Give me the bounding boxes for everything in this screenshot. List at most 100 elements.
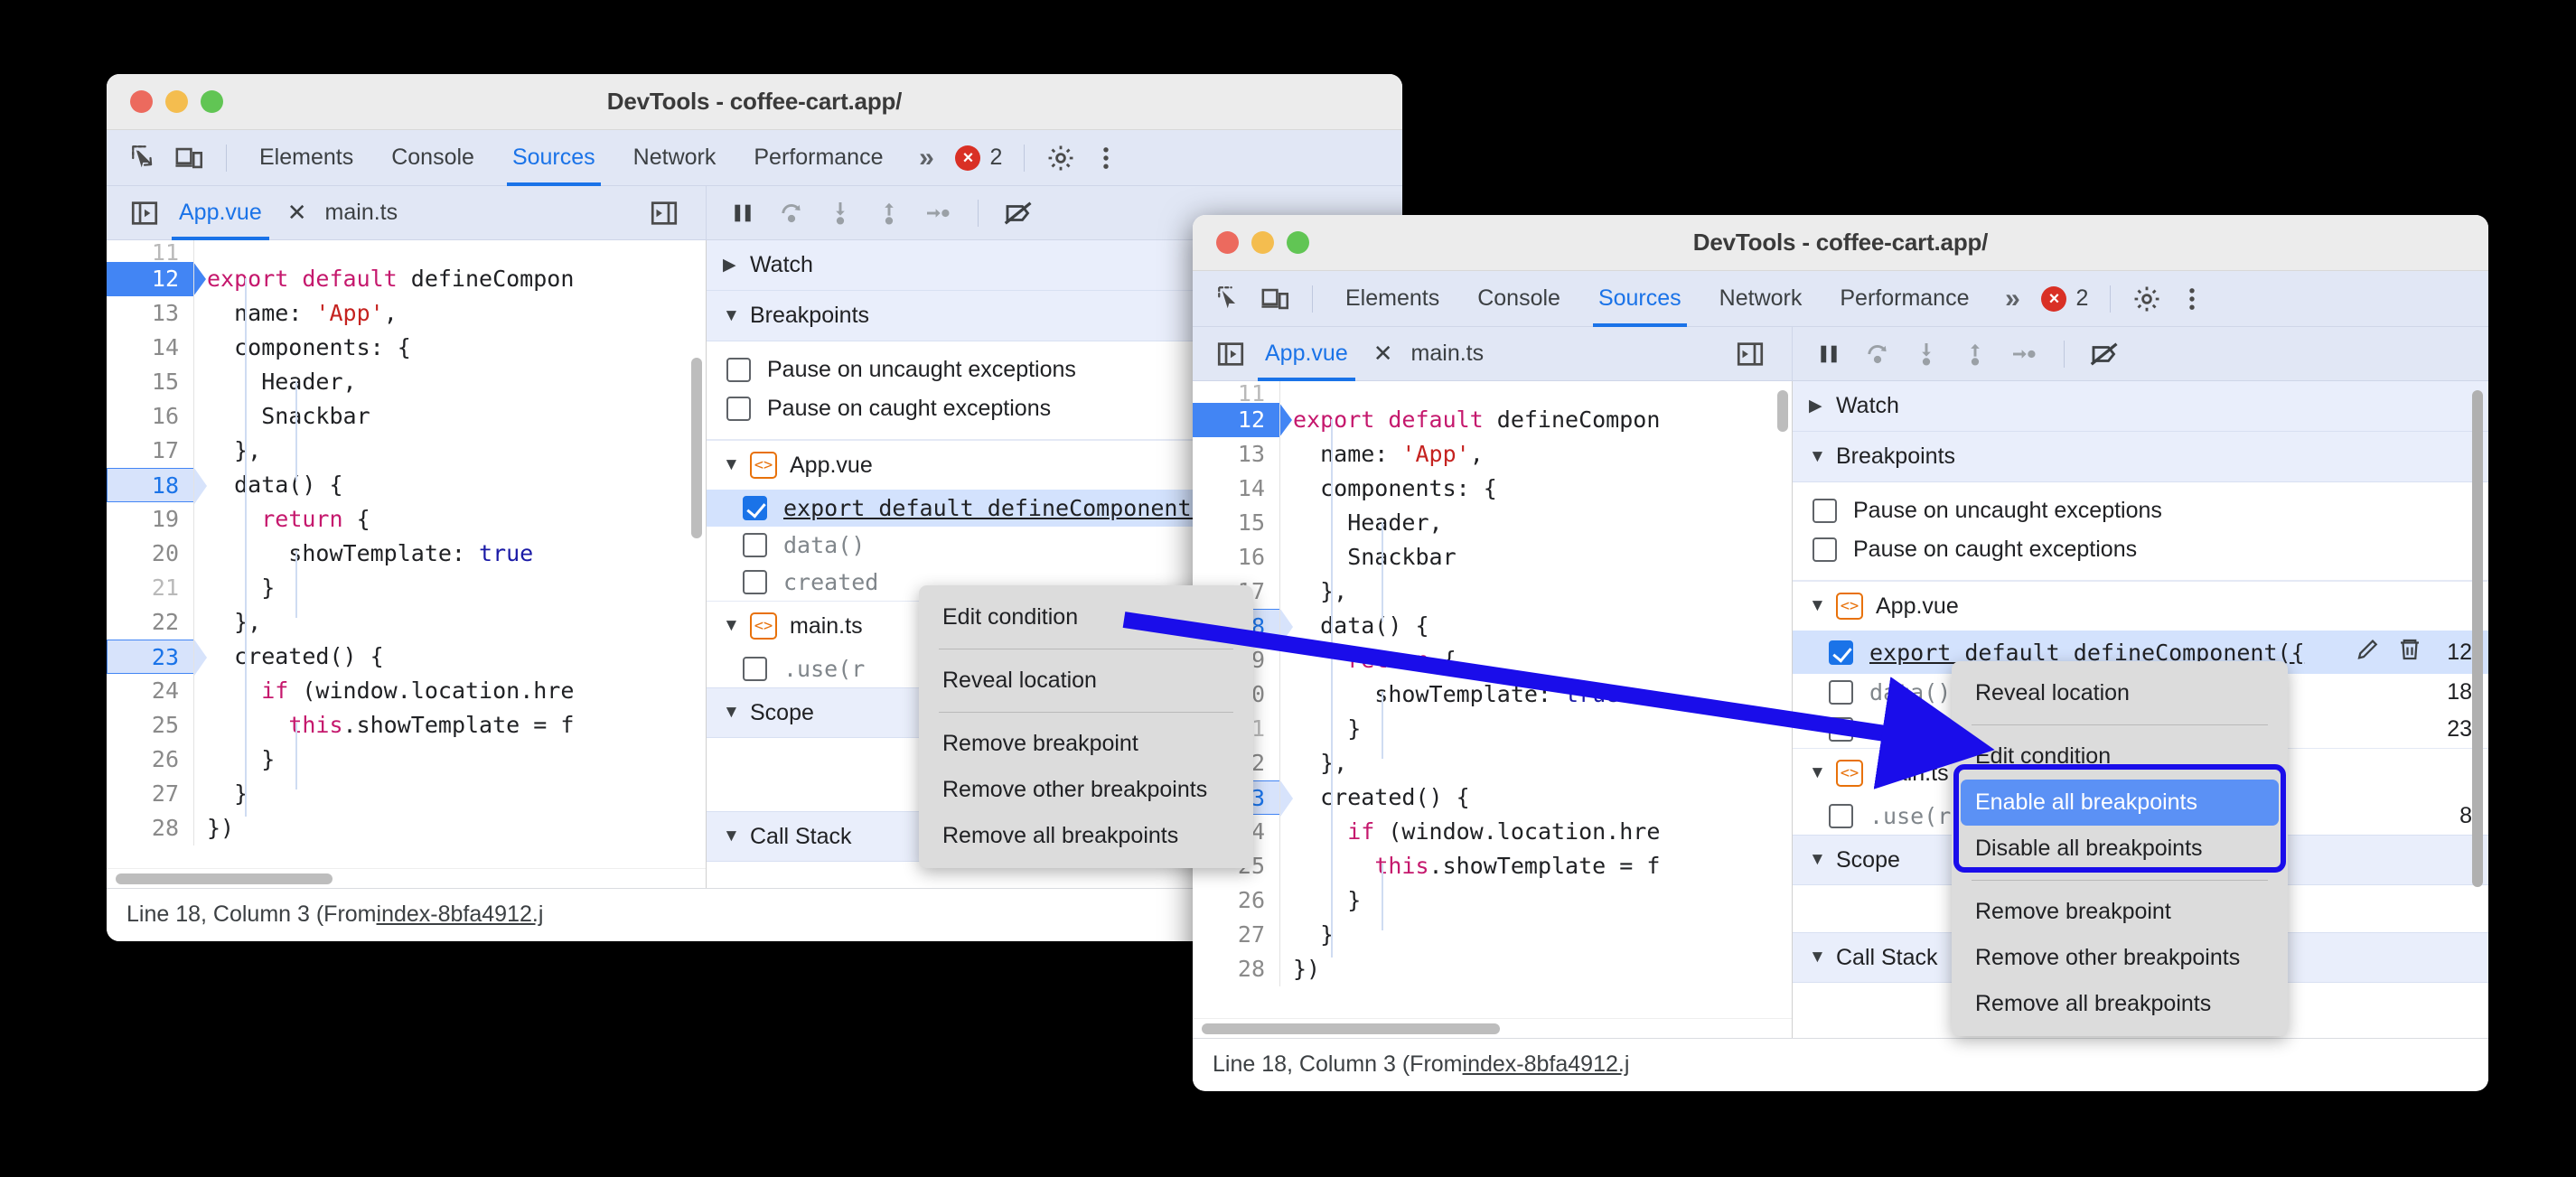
checkbox[interactable]: [726, 397, 751, 421]
show-navigator-icon[interactable]: [1209, 332, 1252, 376]
checkbox[interactable]: [1829, 717, 1853, 742]
step-out-icon[interactable]: [1953, 332, 1997, 376]
tab-sources[interactable]: Sources: [1580, 271, 1700, 327]
step-over-icon[interactable]: [770, 191, 813, 235]
error-badge[interactable]: × 2: [948, 145, 1009, 171]
line-number[interactable]: 13: [1193, 437, 1279, 472]
inspect-element-icon[interactable]: [1209, 277, 1252, 321]
pause-resume-icon[interactable]: [1807, 332, 1850, 376]
checkbox[interactable]: [1813, 499, 1837, 523]
menu-item-disable-all-breakpoints[interactable]: Disable all breakpoints: [1952, 826, 2288, 872]
line-number[interactable]: 21: [107, 571, 193, 605]
line-number[interactable]: 16: [107, 399, 193, 434]
line-number[interactable]: 27: [1193, 918, 1279, 952]
deactivate-breakpoints-icon[interactable]: [997, 191, 1040, 235]
tab-network[interactable]: Network: [1701, 271, 1821, 327]
more-vertical-icon[interactable]: [1084, 136, 1128, 180]
line-number[interactable]: 25: [107, 708, 193, 743]
device-toolbar-icon[interactable]: [168, 136, 211, 180]
tab-console[interactable]: Console: [373, 130, 492, 186]
more-tabs-icon[interactable]: »: [903, 136, 946, 180]
breakpoint-group-app-vue[interactable]: ▼ <> App.vue: [1793, 581, 2488, 631]
line-number[interactable]: 28: [1193, 952, 1279, 986]
pause-resume-icon[interactable]: [721, 191, 764, 235]
line-number[interactable]: 23: [107, 640, 207, 676]
show-navigator-icon[interactable]: [123, 191, 166, 235]
file-tab-main-ts[interactable]: main.ts: [313, 186, 411, 240]
line-number[interactable]: 16: [1193, 540, 1279, 574]
line-number[interactable]: 11: [107, 244, 193, 262]
tab-network[interactable]: Network: [615, 130, 735, 186]
section-breakpoints[interactable]: ▼ Breakpoints: [1793, 432, 2488, 482]
menu-item-reveal-location[interactable]: Reveal location: [919, 658, 1253, 704]
tab-console[interactable]: Console: [1459, 271, 1578, 327]
line-number[interactable]: 15: [1193, 506, 1279, 540]
file-tab-app-vue[interactable]: App.vue: [166, 186, 275, 240]
tab-sources[interactable]: Sources: [494, 130, 614, 186]
editor-vertical-scrollbar[interactable]: [691, 358, 702, 538]
show-debugger-icon[interactable]: [1728, 332, 1772, 376]
line-number[interactable]: 14: [107, 331, 193, 365]
section-watch[interactable]: ▶ Watch: [1793, 381, 2488, 432]
error-badge[interactable]: × 2: [2034, 285, 2095, 312]
more-vertical-icon[interactable]: [2170, 277, 2214, 321]
devtools-window-front[interactable]: DevTools - coffee-cart.app/ Elements Con…: [1193, 215, 2488, 1091]
line-number[interactable]: 24: [107, 674, 193, 708]
checkbox[interactable]: [726, 358, 751, 382]
line-number[interactable]: 14: [1193, 472, 1279, 506]
more-tabs-icon[interactable]: »: [1989, 277, 2032, 321]
window-titlebar-back[interactable]: DevTools - coffee-cart.app/: [107, 74, 1402, 130]
pause-caught-exceptions-row[interactable]: Pause on caught exceptions: [1793, 530, 2488, 569]
line-number[interactable]: 12: [1193, 403, 1292, 437]
menu-item-remove-all-breakpoints[interactable]: Remove all breakpoints: [919, 813, 1253, 859]
menu-item-remove-breakpoint[interactable]: Remove breakpoint: [919, 721, 1253, 767]
menu-item-remove-all-breakpoints[interactable]: Remove all breakpoints: [1952, 981, 2288, 1027]
step-into-icon[interactable]: [1905, 332, 1948, 376]
checkbox[interactable]: [1829, 804, 1853, 828]
menu-item-enable-all-breakpoints[interactable]: Enable all breakpoints: [1961, 780, 2279, 826]
step-icon[interactable]: [2002, 332, 2046, 376]
line-number[interactable]: 15: [107, 365, 193, 399]
status-source-link[interactable]: index-8bfa4912.j: [1463, 1051, 1630, 1078]
file-tab-app-vue[interactable]: App.vue: [1252, 327, 1361, 381]
line-number[interactable]: 13: [107, 296, 193, 331]
deactivate-breakpoints-icon[interactable]: [2083, 332, 2126, 376]
line-number[interactable]: 22: [107, 605, 193, 640]
checkbox[interactable]: [1829, 680, 1853, 705]
menu-item-reveal-location[interactable]: Reveal location: [1952, 670, 2288, 716]
line-number[interactable]: 12: [107, 262, 206, 296]
close-icon[interactable]: ✕: [1361, 340, 1399, 368]
pencil-icon[interactable]: [2355, 636, 2382, 668]
code-text-column[interactable]: export default defineCompon name: 'App',…: [1279, 381, 1792, 986]
line-number[interactable]: 28: [107, 811, 193, 845]
step-out-icon[interactable]: [867, 191, 911, 235]
line-number[interactable]: 20: [107, 537, 193, 571]
menu-item-edit-condition[interactable]: Edit condition: [919, 594, 1253, 640]
line-number[interactable]: 26: [107, 743, 193, 777]
code-text-column[interactable]: export default defineCompon name: 'App',…: [193, 240, 706, 845]
line-number[interactable]: 26: [1193, 883, 1279, 918]
trash-icon[interactable]: [2396, 636, 2423, 668]
step-over-icon[interactable]: [1856, 332, 1899, 376]
device-toolbar-icon[interactable]: [1254, 277, 1297, 321]
code-editor-back[interactable]: 11 12 13 14 15 16 17 18 19 20 21 22 23 2…: [107, 240, 707, 888]
file-tab-main-ts[interactable]: main.ts: [1399, 327, 1497, 381]
tab-elements[interactable]: Elements: [1327, 271, 1457, 327]
tab-performance[interactable]: Performance: [735, 130, 901, 186]
line-number[interactable]: 11: [1193, 385, 1279, 403]
tab-performance[interactable]: Performance: [1822, 271, 1987, 327]
close-icon[interactable]: ✕: [275, 199, 313, 227]
sidebar-vertical-scrollbar[interactable]: [2472, 390, 2483, 887]
pause-uncaught-exceptions-row[interactable]: Pause on uncaught exceptions: [1793, 491, 2488, 530]
inspect-element-icon[interactable]: [123, 136, 166, 180]
menu-item-remove-breakpoint[interactable]: Remove breakpoint: [1952, 889, 2288, 935]
line-number[interactable]: 17: [107, 434, 193, 468]
checkbox[interactable]: [743, 533, 767, 557]
status-source-link[interactable]: index-8bfa4912.j: [377, 901, 544, 928]
window-titlebar-front[interactable]: DevTools - coffee-cart.app/: [1193, 215, 2488, 271]
code-editor-front[interactable]: 11 12 13 14 15 16 17 18 19 20 21 22 23 2…: [1193, 381, 1793, 1038]
line-number[interactable]: 27: [107, 777, 193, 811]
step-into-icon[interactable]: [819, 191, 862, 235]
gear-icon[interactable]: [1039, 136, 1082, 180]
line-number-gutter[interactable]: 11 12 13 14 15 16 17 18 19 20 21 22 23 2…: [107, 240, 207, 845]
